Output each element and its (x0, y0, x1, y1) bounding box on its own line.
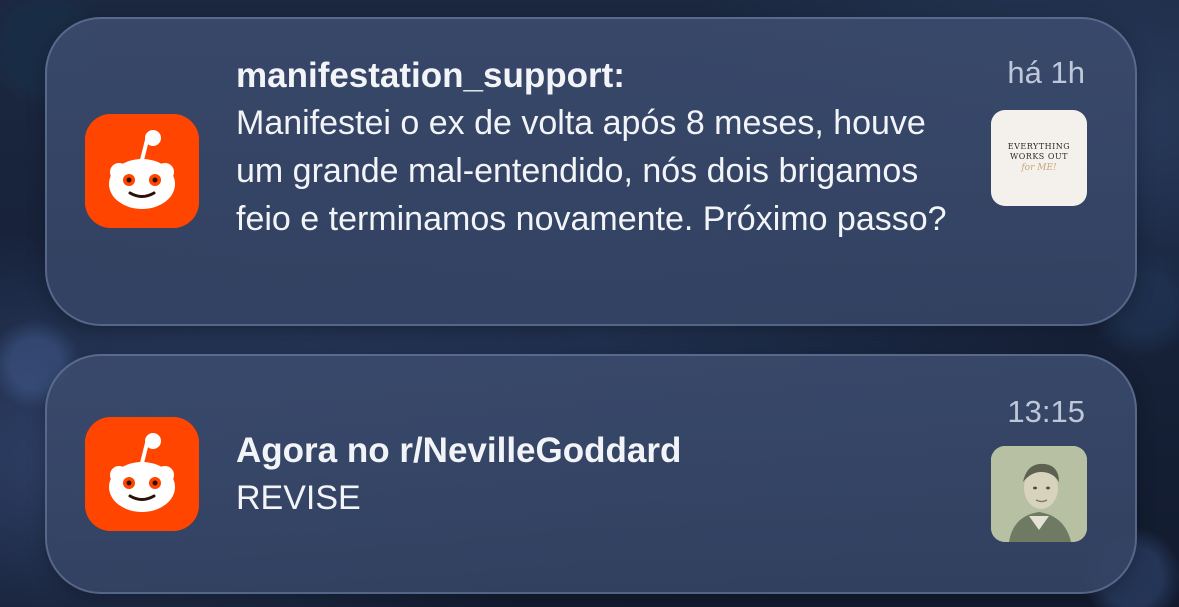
reddit-snoo-icon (85, 114, 199, 228)
notification-thumbnail-portrait (991, 446, 1087, 542)
notification-body: REVISE (236, 479, 361, 517)
notification-card-nevillegoddard[interactable]: Agora no r/NevilleGoddard REVISE 13:15 (45, 354, 1137, 594)
reddit-app-icon (85, 417, 199, 531)
thumbnail-script-text: for ME! (1021, 163, 1057, 173)
reddit-app-icon (85, 114, 199, 228)
notification-card-manifestation[interactable]: manifestation_support: Manifestei o ex d… (45, 17, 1137, 326)
thumbnail-text-line1: EVERYTHING (1007, 142, 1071, 151)
notification-content: manifestation_support: Manifestei o ex d… (236, 53, 966, 243)
portrait-photo-icon (991, 446, 1087, 542)
notification-time: há 1h (1007, 55, 1085, 90)
notification-title: Agora no r/NevilleGoddard (236, 431, 682, 470)
reddit-snoo-icon (85, 417, 199, 531)
notification-title: manifestation_support: (236, 56, 625, 95)
thumbnail-text-line2: WORKS OUT (1010, 152, 1068, 161)
notification-body: Manifestei o ex de volta após 8 meses, h… (236, 104, 947, 238)
notification-time: 13:15 (1007, 394, 1085, 429)
notification-thumbnail: EVERYTHING WORKS OUT for ME! (991, 110, 1087, 206)
notification-content: Agora no r/NevilleGoddard REVISE (236, 428, 916, 522)
